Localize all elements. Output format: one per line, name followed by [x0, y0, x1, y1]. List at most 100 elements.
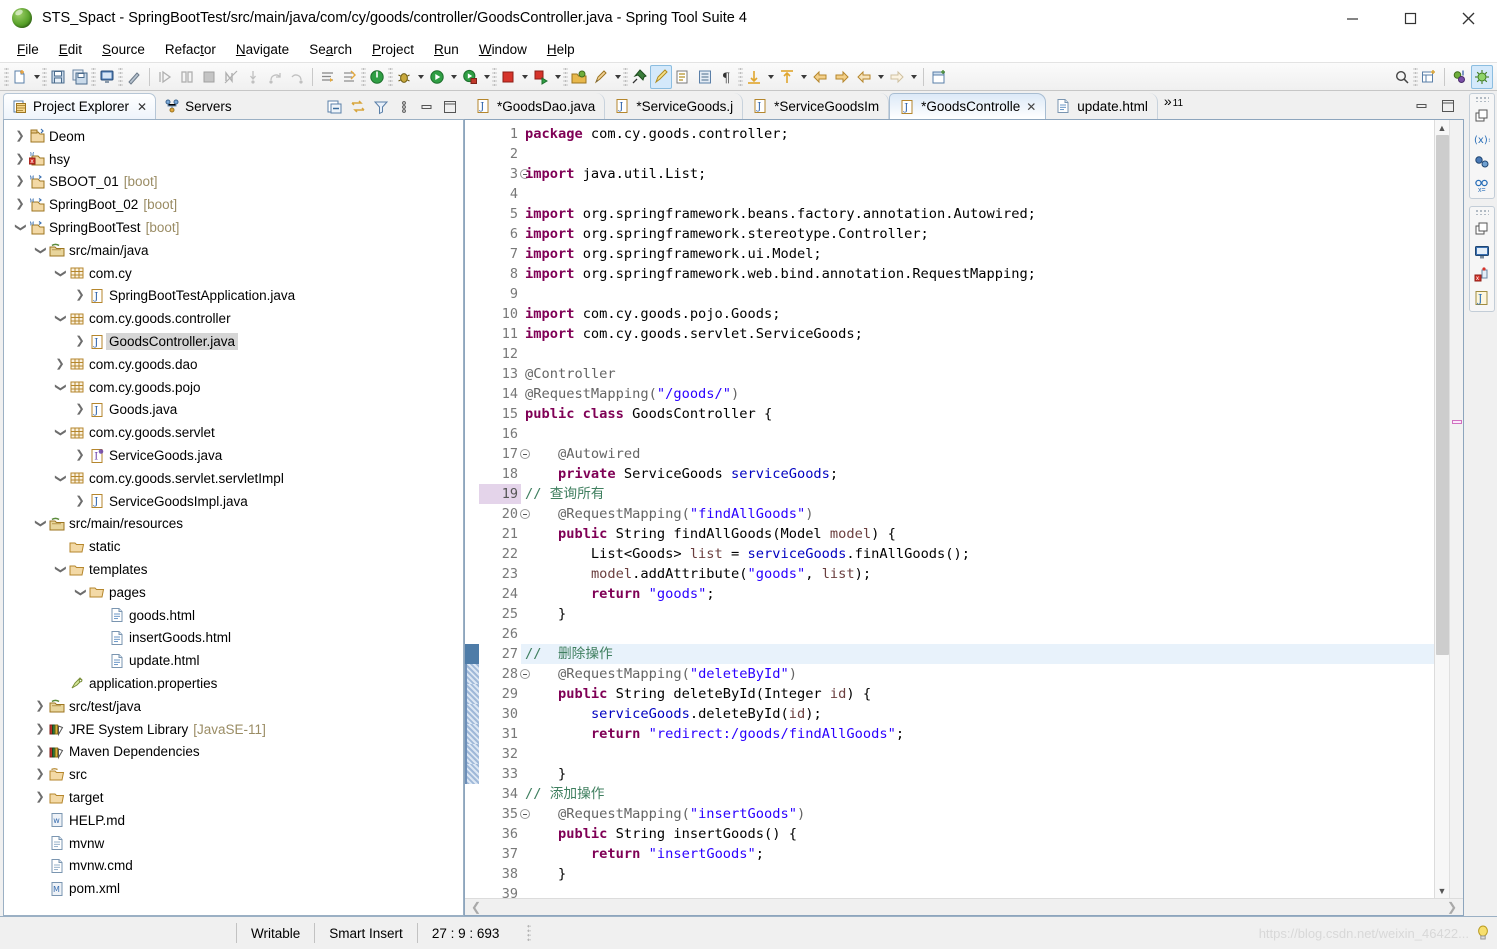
step-over-icon[interactable]	[264, 65, 286, 89]
tree-item-com-cy-goods-dao[interactable]: ❯ com.cy.goods.dao	[4, 353, 463, 376]
skip-breakpoints-icon[interactable]	[220, 65, 242, 89]
chevron-right-icon[interactable]: ❯	[32, 792, 48, 803]
run-dropdown-icon[interactable]	[448, 65, 459, 89]
boot-dashboard-icon[interactable]	[366, 65, 388, 89]
chevron-right-icon[interactable]: ❯	[12, 153, 28, 165]
scroll-track[interactable]	[1435, 135, 1450, 883]
chevron-right-icon[interactable]: ❯	[12, 130, 28, 142]
code-line[interactable]: public String findAllGoods(Model model) …	[521, 524, 1434, 544]
save-icon[interactable]	[47, 65, 69, 89]
quick-fix-bulb-icon[interactable]	[1475, 924, 1491, 945]
code-line[interactable]: import org.springframework.ui.Model;	[521, 244, 1434, 264]
code-line[interactable]: import java.util.List;	[521, 164, 1434, 184]
scroll-right-icon[interactable]: ❯	[1447, 900, 1457, 914]
editor-tab-overflow[interactable]: » 11	[1158, 93, 1191, 119]
menu-window[interactable]: Window	[470, 40, 536, 59]
problems-view-icon[interactable]: x	[1473, 266, 1491, 284]
back-icon[interactable]	[809, 65, 831, 89]
chevron-down-icon[interactable]: ❯	[55, 311, 67, 327]
open-resource-icon[interactable]	[568, 65, 590, 89]
coverage-dropdown-icon[interactable]	[481, 65, 492, 89]
code-line[interactable]: @Controller	[521, 364, 1434, 384]
chevron-right-icon[interactable]: ❯	[72, 450, 88, 461]
editor-tab--servicegoodsim[interactable]: J *ServiceGoodsIm	[743, 93, 890, 119]
tree-item-help-md[interactable]: w HELP.md	[4, 809, 463, 832]
code-line[interactable]: return "insertGoods";	[521, 844, 1434, 864]
code-line[interactable]: private ServiceGoods serviceGoods;	[521, 464, 1434, 484]
tree-item-sboot-01[interactable]: ❯ M SBOOT_01 [boot]	[4, 171, 463, 194]
external-tools-dropdown-icon[interactable]	[612, 65, 623, 89]
tree-item-application-properties[interactable]: application.properties	[4, 672, 463, 695]
previous-annotation-dropdown-icon[interactable]	[798, 65, 809, 89]
tree-item-src-main-resources[interactable]: ❯ src/main/resources	[4, 513, 463, 536]
tree-item-insertgoods-html[interactable]: insertGoods.html	[4, 627, 463, 650]
chevron-right-icon[interactable]: ❯	[52, 358, 68, 370]
rail-grip-2[interactable]	[1475, 209, 1489, 215]
chevron-right-icon[interactable]: ❯	[32, 723, 48, 735]
debug-dropdown-icon[interactable]	[415, 65, 426, 89]
code-line[interactable]: // 查询所有	[521, 484, 1434, 504]
code-line[interactable]	[521, 884, 1434, 898]
code-line[interactable]: @RequestMapping("findAllGoods")	[521, 504, 1434, 524]
menu-search[interactable]: Search	[300, 40, 361, 59]
tree-item-src-main-java[interactable]: ❯ src/main/java	[4, 239, 463, 262]
code-line[interactable]	[521, 284, 1434, 304]
chevron-down-icon[interactable]: ❯	[15, 220, 27, 236]
code-line[interactable]	[521, 344, 1434, 364]
tree-item-mvnw-cmd[interactable]: mvnw.cmd	[4, 855, 463, 878]
step-return-icon[interactable]	[286, 65, 308, 89]
tree-item-com-cy[interactable]: ❯ com.cy	[4, 262, 463, 285]
rail-grip[interactable]	[1475, 96, 1489, 102]
toolbar-grip-7[interactable]	[492, 67, 497, 86]
code-line[interactable]: package com.cy.goods.controller;	[521, 124, 1434, 144]
code-line[interactable]: model.addAttribute("goods", list);	[521, 564, 1434, 584]
tree-item-templates[interactable]: ❯ templates	[4, 558, 463, 581]
tree-item-src-test-java[interactable]: ❯ src/test/java	[4, 695, 463, 718]
code-line[interactable]	[521, 424, 1434, 444]
toolbar-grip-8[interactable]	[563, 67, 568, 86]
variables-view-icon[interactable]: (x)=	[1473, 130, 1491, 148]
relaunch-icon[interactable]	[530, 65, 552, 89]
minimize-icon[interactable]	[1323, 0, 1381, 37]
code-line[interactable]	[521, 624, 1434, 644]
editor-horizontal-scrollbar[interactable]: ❮ ❯	[465, 898, 1463, 915]
new-wizard-icon[interactable]	[9, 65, 31, 89]
highlight-icon[interactable]	[650, 64, 672, 89]
run-step-icon[interactable]	[154, 65, 176, 89]
code-line[interactable]	[521, 184, 1434, 204]
menu-project[interactable]: Project	[363, 40, 423, 59]
code-line[interactable]: }	[521, 864, 1434, 884]
chevron-right-icon[interactable]: ❯	[12, 199, 28, 210]
code-line[interactable]	[521, 744, 1434, 764]
toolbar-grip-5[interactable]	[361, 67, 366, 86]
code-line[interactable]: import org.springframework.stereotype.Co…	[521, 224, 1434, 244]
restore-icon[interactable]	[1473, 220, 1491, 238]
quick-access-search-icon[interactable]	[1391, 65, 1413, 89]
editor-tab--goodscontrolle[interactable]: J *GoodsControlle ✕	[889, 93, 1047, 119]
step-into-icon[interactable]	[242, 65, 264, 89]
chevron-right-icon[interactable]: ❯	[32, 746, 48, 757]
javadoc-view-icon[interactable]: J	[1473, 289, 1491, 307]
tree-item-static[interactable]: static	[4, 535, 463, 558]
breakpoints-view-icon[interactable]	[1473, 153, 1491, 171]
save-all-icon[interactable]	[69, 65, 91, 89]
menu-run[interactable]: Run	[425, 40, 468, 59]
tree-item-maven-dependencies[interactable]: ❯ Maven Dependencies	[4, 741, 463, 764]
tree-item-springboottestapplication-java[interactable]: ❯ J SpringBootTestApplication.java	[4, 285, 463, 308]
tree-item-target[interactable]: ❯ target	[4, 786, 463, 809]
minimize-icon[interactable]	[419, 99, 435, 115]
annotation-marker[interactable]	[1452, 420, 1462, 424]
tree-item-hsy[interactable]: ❯ x Mhsy	[4, 148, 463, 171]
next-edit-dropdown-icon[interactable]	[908, 65, 919, 89]
tree-item-servicegoods-java[interactable]: ❯ I ServiceGoods.java	[4, 444, 463, 467]
chevron-down-icon[interactable]: ❯	[55, 379, 67, 395]
chevron-right-icon[interactable]: ❯	[72, 404, 88, 415]
terminate-icon[interactable]	[497, 65, 519, 89]
new-window-icon[interactable]	[928, 65, 950, 89]
menu-help[interactable]: Help	[538, 40, 584, 59]
tree-item-com-cy-goods-controller[interactable]: ❯ com.cy.goods.controller	[4, 307, 463, 330]
scroll-left-icon[interactable]: ❮	[471, 900, 481, 914]
relaunch-dropdown-icon[interactable]	[552, 65, 563, 89]
chevron-down-icon[interactable]: ❯	[55, 470, 67, 486]
forward-icon[interactable]	[831, 65, 853, 89]
